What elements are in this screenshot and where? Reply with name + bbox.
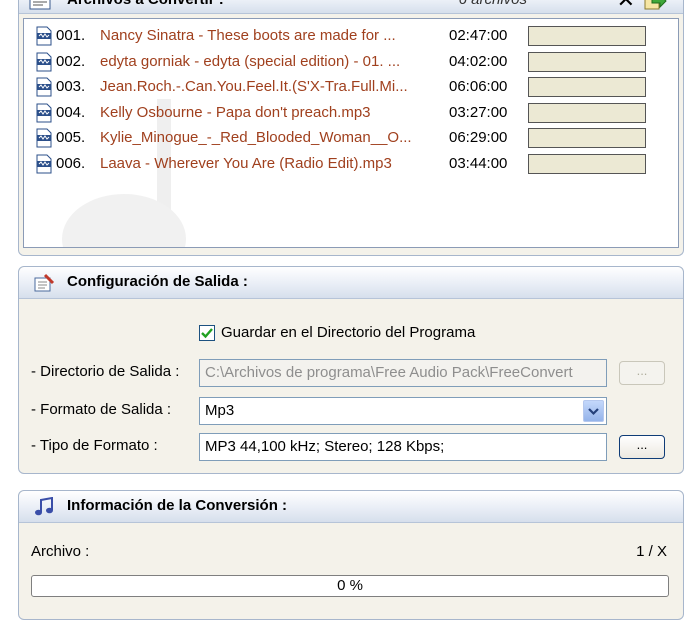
file-row[interactable]: 005. Kylie_Minogue_-_Red_Blooded_Woman__O…: [24, 127, 678, 149]
output-panel-header: Configuración de Salida :: [19, 267, 683, 299]
file-row[interactable]: 006. Laava - Wherever You Are (Radio Edit…: [24, 153, 678, 175]
file-progress-bar: [528, 128, 646, 148]
files-panel-title: Archivos a Convertir :: [67, 0, 224, 8]
file-number: 006.: [56, 154, 86, 172]
file-duration: 04:02:00: [449, 52, 508, 70]
audio-file-icon: [36, 52, 52, 71]
info-panel-title: Información de la Conversión :: [67, 497, 288, 514]
progress-text: 0 %: [337, 577, 363, 594]
file-list[interactable]: 001. Nancy Sinatra - These boots are made…: [23, 18, 679, 248]
output-config-panel: Configuración de Salida : Guardar en el …: [18, 266, 684, 474]
file-name: Nancy Sinatra - These boots are made for…: [100, 27, 396, 44]
save-in-program-dir-label: Guardar en el Directorio del Programa: [221, 324, 476, 341]
file-number: 003.: [56, 78, 86, 95]
info-panel-header: Información de la Conversión :: [19, 491, 683, 523]
format-options-button[interactable]: ...: [619, 435, 665, 459]
output-format-select[interactable]: Mp3: [199, 397, 607, 425]
check-icon: [201, 328, 213, 339]
file-count: 6 archivos: [459, 0, 527, 8]
file-number: 005.: [56, 129, 86, 146]
file-row[interactable]: 002. edyta gorniak - edyta (special editi…: [24, 51, 678, 73]
file-progress-bar: [528, 102, 646, 123]
file-list-icon: [29, 0, 51, 10]
music-note-icon: [35, 497, 53, 516]
current-file-count: 1 / X: [636, 543, 667, 560]
format-type-field[interactable]: MP3 44,100 kHz; Stereo; 128 Kbps;: [199, 433, 607, 461]
current-file-label: Archivo :: [31, 543, 90, 560]
output-panel-title: Configuración de Salida :: [67, 273, 248, 290]
file-number: 002.: [56, 52, 86, 70]
file-name: edyta gorniak - edyta (special edition) …: [100, 52, 401, 70]
file-row[interactable]: 001. Nancy Sinatra - These boots are made…: [24, 25, 678, 47]
audio-file-icon: [36, 26, 52, 46]
convert-arrow-icon[interactable]: [643, 0, 667, 11]
file-progress-bar: [528, 153, 646, 174]
conversion-progress-bar: 0 %: [31, 575, 669, 597]
audio-file-icon: [36, 128, 52, 148]
settings-icon: [34, 273, 55, 292]
file-name: Kylie_Minogue_-_Red_Blooded_Woman__O...: [100, 129, 412, 146]
file-progress-bar: [528, 77, 646, 97]
file-progress-bar: [528, 51, 646, 72]
file-duration: 03:44:00: [449, 154, 508, 172]
format-type-label: - Tipo de Formato :: [31, 437, 158, 454]
audio-file-icon: [36, 103, 52, 122]
audio-file-icon: [36, 77, 52, 97]
file-number: 001.: [56, 27, 86, 44]
output-dir-label: - Directorio de Salida :: [31, 363, 180, 380]
files-panel-header: Archivos a Convertir : 6 archivos ✕: [19, 0, 683, 14]
file-name: Jean.Roch.-.Can.You.Feel.It.(S'X-Tra.Ful…: [100, 78, 408, 95]
file-row[interactable]: 003. Jean.Roch.-.Can.You.Feel.It.(S'X-Tra…: [24, 76, 678, 98]
save-in-program-dir-checkbox[interactable]: [199, 325, 215, 341]
file-duration: 06:29:00: [449, 129, 508, 146]
file-duration: 06:06:00: [449, 78, 508, 95]
files-panel: Archivos a Convertir : 6 archivos ✕ 001.…: [18, 0, 684, 256]
conversion-info-panel: Información de la Conversión : Archivo :…: [18, 490, 684, 620]
browse-dir-button[interactable]: ...: [619, 361, 665, 385]
file-number: 004.: [56, 103, 86, 121]
chevron-down-icon[interactable]: [583, 400, 604, 422]
file-duration: 03:27:00: [449, 103, 508, 121]
output-format-value: Mp3: [205, 402, 235, 419]
audio-file-icon: [36, 154, 52, 173]
file-name: Kelly Osbourne - Papa don't preach.mp3: [100, 103, 371, 121]
file-progress-bar: [528, 26, 646, 46]
close-icon[interactable]: ✕: [617, 0, 635, 13]
file-row[interactable]: 004. Kelly Osbourne - Papa don't preach.m…: [24, 102, 678, 124]
output-dir-field[interactable]: C:\Archivos de programa\Free Audio Pack\…: [199, 359, 607, 387]
file-name: Laava - Wherever You Are (Radio Edit).mp…: [100, 154, 392, 172]
file-duration: 02:47:00: [449, 27, 508, 44]
output-format-label: - Formato de Salida :: [31, 401, 172, 418]
